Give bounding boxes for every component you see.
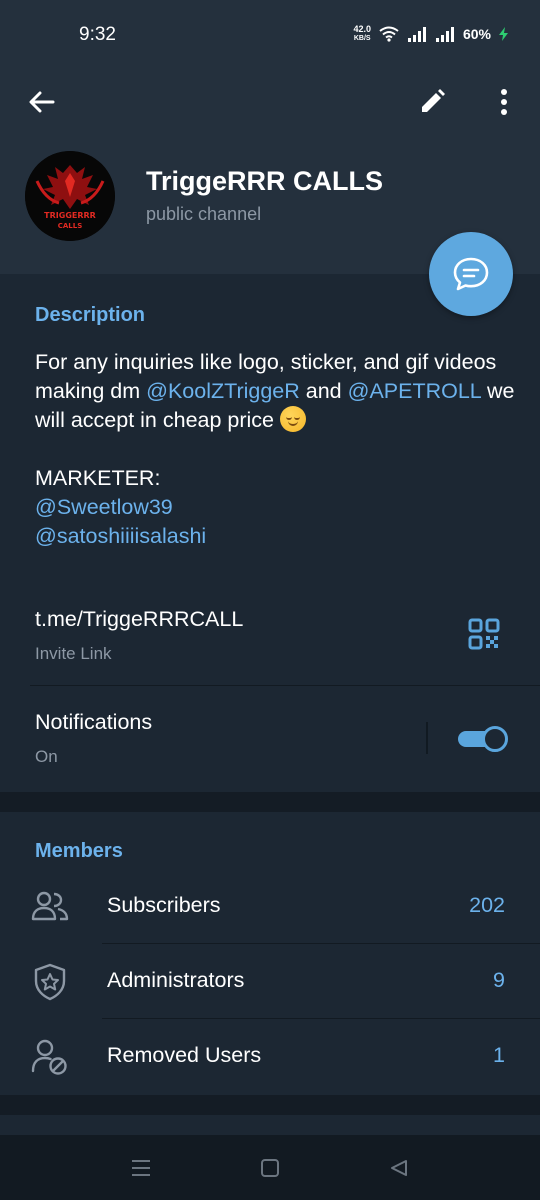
notifications-state: On [35,747,58,766]
more-vertical-icon [501,89,507,115]
marketer-label: MARKETER: [35,466,161,490]
avatar-logo: TRIGGERRR CALLS [25,151,115,241]
discuss-button[interactable] [429,232,513,316]
toggle-knob [482,726,508,752]
network-speed-value: 42.0 [353,24,371,34]
status-bar: 9:32 42.0 KB/S 60% [0,0,540,70]
members-title: Members [35,840,123,862]
user-blocked-icon [31,1039,67,1075]
description-part-2: and [299,379,348,403]
row-label: Administrators [107,968,245,992]
avatar-text-line2: CALLS [58,222,83,230]
battery-level: 60% [462,26,491,42]
section-gap [0,792,540,812]
channel-name: TriggeRRR CALLS [146,166,384,196]
members-row-administrators[interactable]: Administrators 9 [0,944,540,1019]
recent-apps-button[interactable] [126,1153,156,1183]
network-speed: 42.0 KB/S [353,25,371,43]
arrow-left-icon [29,91,55,113]
members-section: Members Subscribers 202 Administrators 9… [0,812,540,1095]
row-count: 1 [493,1043,505,1067]
status-time: 9:32 [79,24,116,45]
back-nav-button[interactable] [384,1153,414,1183]
section-gap [0,1095,540,1115]
triangle-back-icon [391,1160,407,1176]
row-label: Subscribers [107,893,221,917]
status-icons: 42.0 KB/S 60% [353,22,508,46]
notifications-label: Notifications [35,710,153,734]
marketer-mention-2[interactable]: @satoshiiiisalashi [35,522,515,551]
mention-link[interactable]: @APETROLL [348,379,481,403]
edit-button[interactable] [412,82,452,122]
system-navigation-bar [0,1135,540,1200]
mention-link[interactable]: @KoolZTriggeR [146,379,300,403]
channel-type: public channel [146,204,262,224]
row-label: Removed Users [107,1043,262,1067]
more-options-button[interactable] [484,82,524,122]
back-button[interactable] [22,82,62,122]
avatar-text-line1: TRIGGERRR [44,211,96,220]
description-title: Description [35,304,146,326]
description-text: For any inquiries like logo, sticker, an… [35,348,515,551]
channel-info-section: Description For any inquiries like logo,… [0,274,540,792]
square-icon [261,1159,279,1177]
channel-avatar[interactable]: TRIGGERRR CALLS [25,151,115,241]
qr-code-icon [468,618,500,650]
invite-link[interactable]: t.me/TriggeRRRCALL [35,607,243,632]
chat-bubble-icon [453,257,489,291]
marketer-mention-1[interactable]: @Sweetlow39 [35,493,515,522]
home-button[interactable] [255,1153,285,1183]
members-row-subscribers[interactable]: Subscribers 202 [0,869,540,944]
signal-icon [407,27,426,42]
notifications-separator [426,722,428,754]
users-icon [31,891,69,921]
next-section-edge [0,1115,540,1135]
pencil-icon [422,89,445,112]
row-count: 202 [469,893,505,917]
members-row-removed-users[interactable]: Removed Users 1 [0,1019,540,1094]
wifi-icon [379,26,399,42]
invite-link-label: Invite Link [35,644,112,663]
qr-code-button[interactable] [468,618,504,654]
signal-icon-2 [435,27,454,42]
row-count: 9 [493,968,505,992]
menu-lines-icon [132,1160,150,1176]
network-speed-unit: KB/S [353,35,371,42]
notifications-toggle[interactable] [458,726,508,752]
divider [30,685,540,686]
charging-icon [499,27,508,41]
smiling-emoji-icon [279,406,306,432]
shield-star-icon [34,963,66,1001]
